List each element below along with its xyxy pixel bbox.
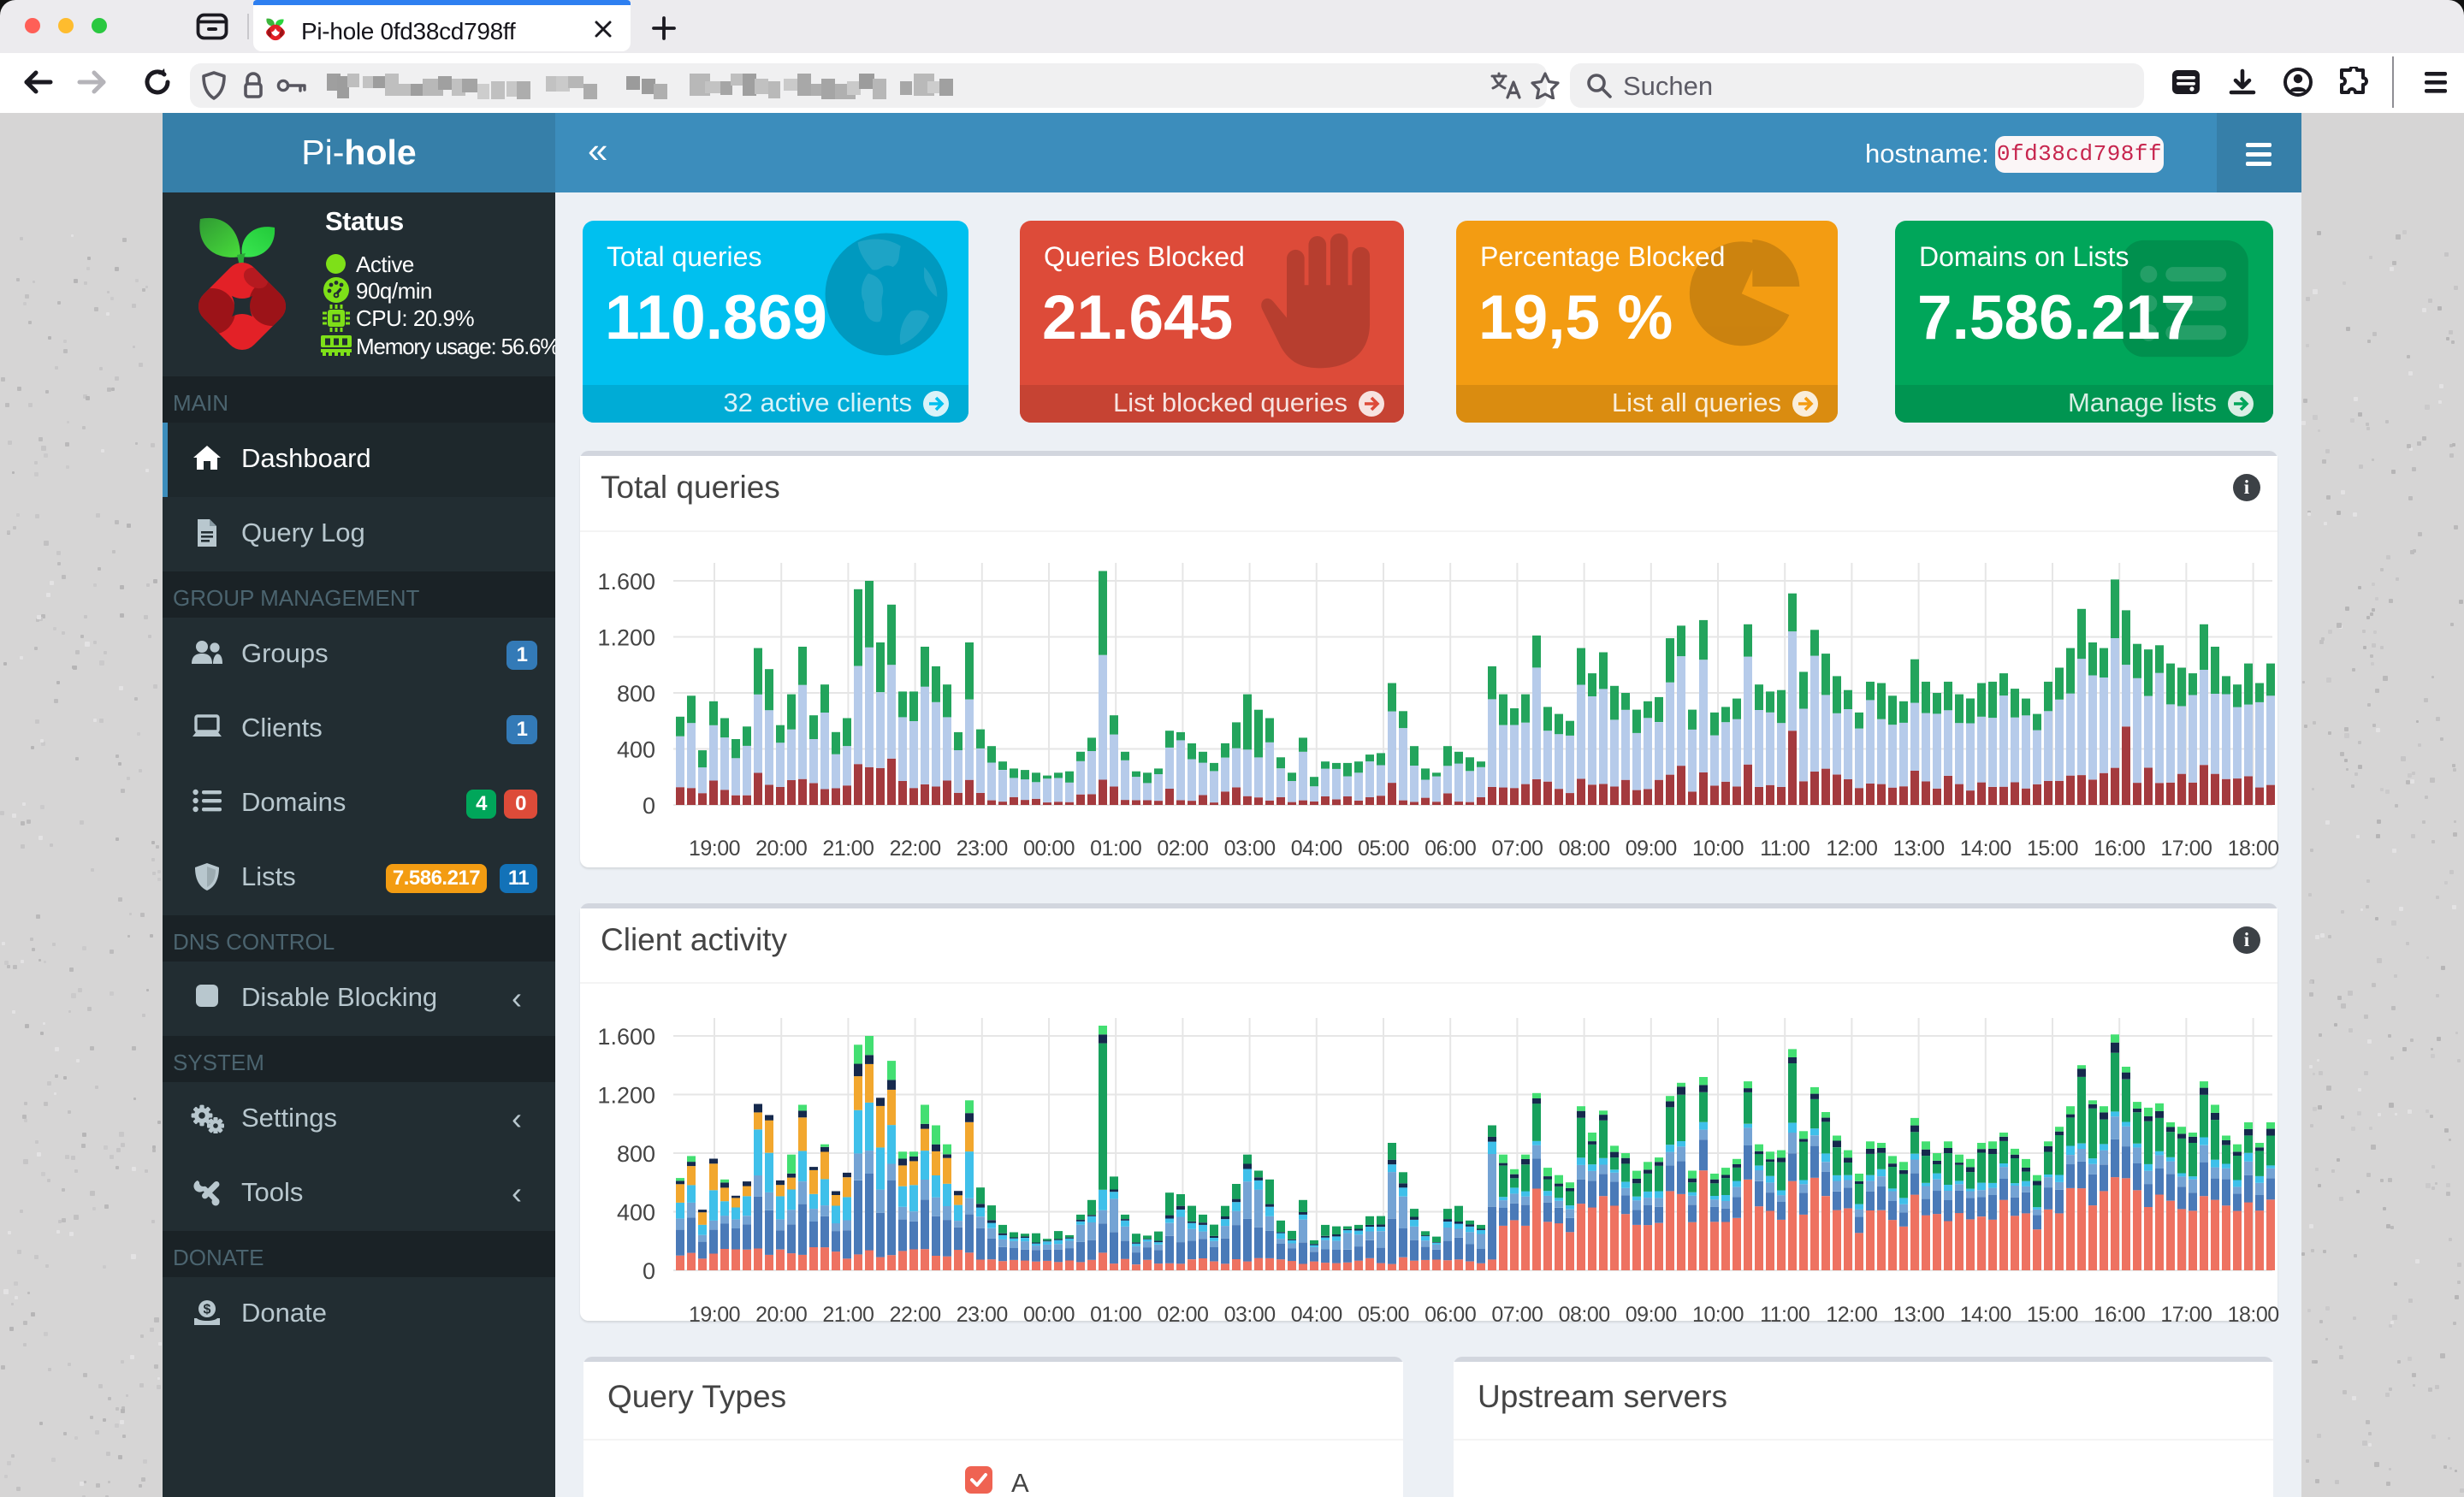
svg-text:$: $ — [204, 1303, 211, 1317]
